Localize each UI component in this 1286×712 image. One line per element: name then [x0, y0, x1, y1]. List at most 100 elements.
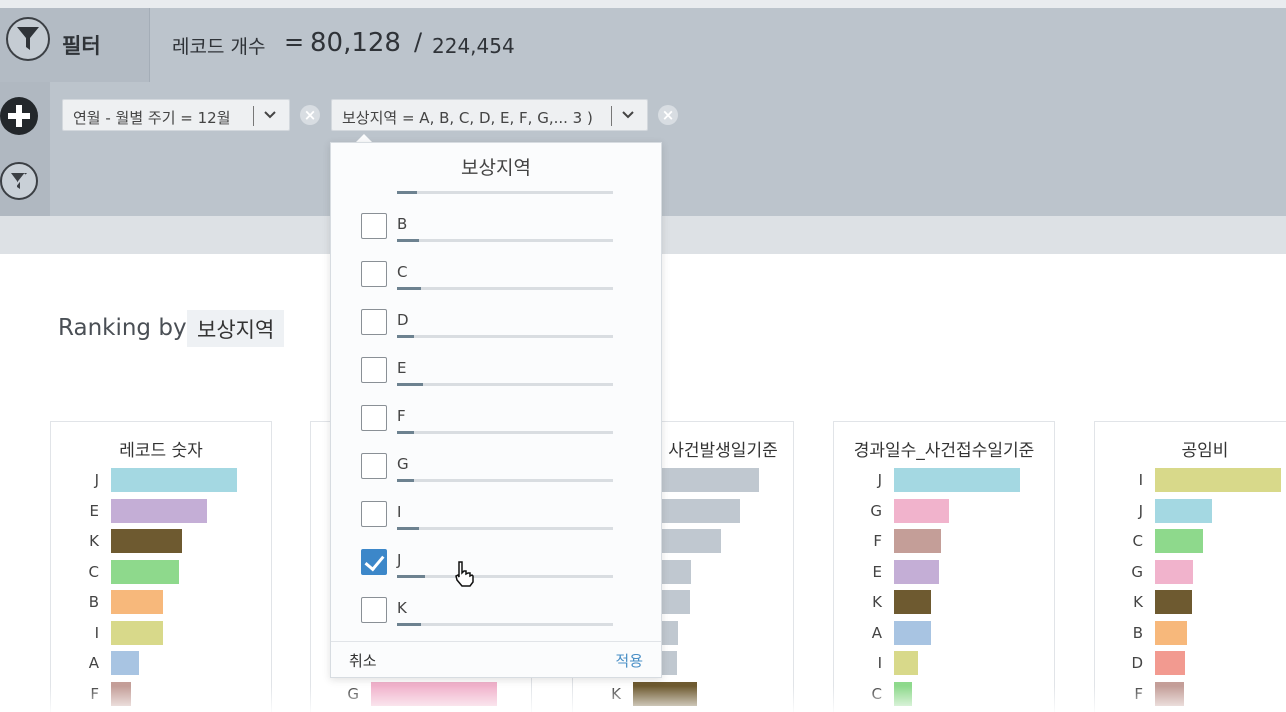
chart-bar[interactable] — [1155, 651, 1185, 675]
filter-chip-month[interactable]: 연월 - 월별 주기 = 12월 — [62, 99, 290, 131]
record-count-value: 80,128 — [310, 28, 401, 58]
filter-funnel-icon[interactable] — [6, 17, 50, 61]
chart-bar[interactable] — [111, 590, 163, 614]
chart-bar-row[interactable]: I — [834, 651, 1056, 675]
chart-bar[interactable] — [1155, 529, 1203, 553]
chart-tick-label: K — [1133, 593, 1143, 611]
chart-bar-row[interactable]: B — [1095, 620, 1286, 645]
region-option-E[interactable]: E — [361, 357, 621, 397]
option-share-fill — [397, 575, 425, 578]
option-share-fill — [397, 287, 421, 290]
chart-bar-row[interactable]: K — [51, 529, 273, 553]
chart-bar[interactable] — [894, 498, 949, 523]
chart-tick-label: G — [870, 501, 882, 520]
chart-bar-row[interactable]: I — [1095, 468, 1286, 492]
chart-bar-row[interactable]: K — [1095, 590, 1286, 614]
chart-bar[interactable] — [894, 620, 931, 645]
region-option-J[interactable]: J — [361, 549, 621, 589]
chart-bar[interactable] — [111, 651, 139, 675]
option-share-track — [397, 191, 613, 194]
chart-bar[interactable] — [1155, 620, 1187, 645]
chart-tick-label: J — [94, 471, 99, 489]
chart-bar[interactable] — [894, 468, 1020, 492]
chart-bar-row[interactable]: J — [1095, 498, 1286, 523]
chart-bar-row[interactable]: B — [51, 590, 273, 614]
chart-bar[interactable] — [1155, 559, 1193, 584]
chart-bar[interactable] — [894, 529, 941, 553]
option-label: K — [397, 599, 407, 617]
chart-title: 사건발생일기준 — [668, 441, 778, 461]
chart-bar-row[interactable]: I — [51, 620, 273, 645]
cancel-button[interactable]: 취소 — [349, 650, 377, 671]
chart-bar[interactable] — [111, 559, 179, 584]
region-option-B[interactable]: B — [361, 213, 621, 253]
option-share-track — [397, 527, 613, 530]
region-option-G[interactable]: G — [361, 453, 621, 493]
region-option-F[interactable]: F — [361, 405, 621, 445]
option-checkbox[interactable] — [361, 261, 387, 287]
chart-bar[interactable] — [111, 529, 182, 553]
region-option-I[interactable]: I — [361, 501, 621, 541]
chart-tick-label: I — [94, 623, 99, 642]
option-checkbox[interactable] — [361, 597, 387, 623]
chart-bar-row[interactable]: E — [51, 498, 273, 523]
chart-tick-label: D — [1131, 654, 1143, 672]
chart-bar[interactable] — [894, 559, 939, 584]
chart-bar-row[interactable]: G — [1095, 559, 1286, 584]
option-checkbox[interactable] — [361, 501, 387, 527]
dropdown-title: 보상지역 — [461, 157, 531, 179]
option-share-track — [397, 335, 613, 338]
chart-bar-row[interactable]: A — [51, 651, 273, 675]
chart-bar-row[interactable]: A — [834, 620, 1056, 645]
chart-title: 레코드 숫자 — [119, 441, 203, 461]
chart-bar-row[interactable]: J — [51, 468, 273, 492]
apply-button[interactable]: 적용 — [615, 650, 643, 671]
chart-bar[interactable] — [894, 651, 918, 675]
option-label: I — [397, 503, 402, 521]
chip-separator — [611, 106, 612, 126]
ranking-label: Ranking by — [58, 315, 187, 341]
chevron-down-icon[interactable] — [263, 108, 277, 122]
chart-bar-row[interactable]: J — [834, 468, 1056, 492]
dropdown-footer: 취소 적용 — [331, 641, 661, 677]
region-option-C[interactable]: C — [361, 261, 621, 301]
chart-bar-row[interactable]: G — [834, 498, 1056, 523]
option-checkbox[interactable] — [361, 453, 387, 479]
chevron-down-icon[interactable] — [621, 108, 635, 122]
chart-bar[interactable] — [894, 590, 931, 614]
chip-separator — [253, 106, 254, 126]
sub-filter-icon[interactable] — [0, 162, 38, 200]
chart-bar-row[interactable]: C — [51, 559, 273, 584]
chart-bar-row[interactable]: F — [834, 529, 1056, 553]
chart-bar[interactable] — [111, 468, 237, 492]
region-option-K[interactable]: K — [361, 597, 621, 637]
filter-chip-month-text: 연월 - 월별 주기 = 12월 — [73, 109, 231, 127]
option-checkbox[interactable] — [361, 405, 387, 431]
close-icon[interactable]: × — [300, 105, 320, 125]
option-checkbox[interactable] — [361, 357, 387, 383]
add-filter-icon[interactable] — [0, 97, 38, 135]
chart-bar[interactable] — [111, 498, 207, 523]
option-checkbox[interactable] — [361, 213, 387, 239]
option-checkbox[interactable] — [361, 309, 387, 335]
chart-bar[interactable] — [1155, 590, 1192, 614]
chart-title: 공임비 — [1181, 441, 1229, 461]
chart-bar[interactable] — [1155, 498, 1212, 523]
chart-bar[interactable] — [1155, 468, 1281, 492]
region-option-D[interactable]: D — [361, 309, 621, 349]
chart-bar-row[interactable]: E — [834, 559, 1056, 584]
chart-bar-row[interactable]: C — [1095, 529, 1286, 553]
chart-bar[interactable] — [111, 620, 163, 645]
chart-title: 경과일수_사건접수일기준 — [853, 441, 1035, 461]
ranking-field-selector[interactable]: 보상지역 — [187, 310, 285, 347]
close-icon[interactable]: × — [658, 105, 678, 125]
option-share-track — [397, 623, 613, 626]
chart-bar-row[interactable]: K — [834, 590, 1056, 614]
filter-chip-region[interactable]: 보상지역 = A, B, C, D, E, F, G,... 3 ) — [331, 99, 648, 131]
filter-chip-region-text: 보상지역 = A, B, C, D, E, F, G,... 3 ) — [342, 109, 593, 127]
option-checkbox[interactable] — [361, 549, 387, 575]
record-count-slash: / — [414, 28, 423, 56]
option-share-fill — [397, 383, 423, 386]
option-label: J — [397, 551, 402, 569]
chart-bar-row[interactable]: D — [1095, 651, 1286, 675]
